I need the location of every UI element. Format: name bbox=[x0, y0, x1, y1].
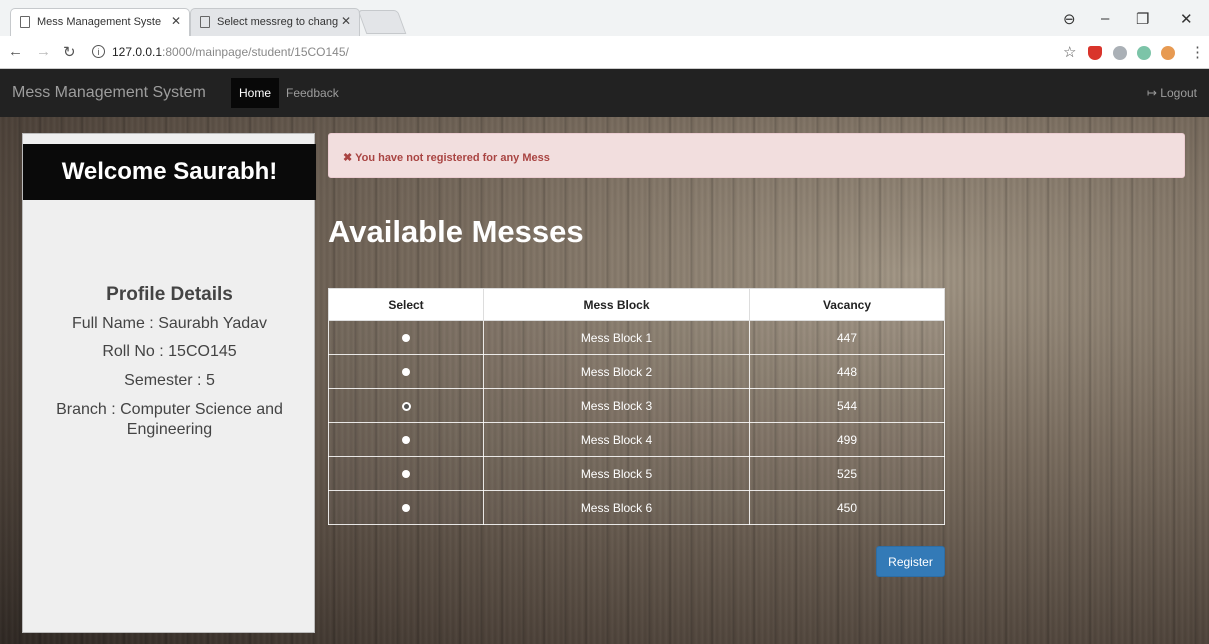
app-navbar: Mess Management System Home Feedback ↦ L… bbox=[0, 69, 1209, 117]
tab-title: Mess Management Syste bbox=[37, 16, 162, 28]
select-cell bbox=[328, 422, 484, 457]
alert-text: You have not registered for any Mess bbox=[355, 152, 550, 164]
column-header-vacancy: Vacancy bbox=[749, 288, 945, 321]
vacancy-cell: 448 bbox=[749, 354, 945, 389]
profile-icon[interactable]: ⊖ bbox=[1063, 10, 1076, 28]
profile-roll-no: Roll No : 15CO145 bbox=[102, 343, 237, 360]
mess-select-radio[interactable] bbox=[402, 470, 410, 479]
page-title: Available Messes bbox=[328, 214, 584, 249]
column-header-mess-block: Mess Block bbox=[483, 288, 750, 321]
not-registered-alert: ✖ You have not registered for any Mess bbox=[328, 133, 1185, 178]
brand-link[interactable]: Mess Management System bbox=[12, 84, 206, 102]
mess-select-radio[interactable] bbox=[402, 436, 410, 445]
table-row: Mess Block 4 499 bbox=[328, 422, 945, 457]
profile-branch-cont: Engineering bbox=[126, 421, 213, 438]
error-x-icon: ✖ bbox=[343, 152, 353, 164]
extension-icon[interactable] bbox=[1113, 46, 1127, 60]
profile-title: Profile Details bbox=[106, 284, 233, 305]
select-cell bbox=[328, 388, 484, 423]
profile-semester: Semester : 5 bbox=[124, 372, 215, 389]
profile-sidebar: Welcome Saurabh! Profile Details Full Na… bbox=[22, 133, 316, 633]
welcome-banner: Welcome Saurabh! bbox=[23, 144, 316, 200]
logout-icon: ↦ bbox=[1146, 86, 1157, 100]
browser-tab-active[interactable]: Mess Management Syste ✕ bbox=[10, 8, 190, 36]
info-icon[interactable]: i bbox=[92, 45, 105, 58]
select-cell bbox=[328, 320, 484, 355]
reload-icon[interactable]: ↻ bbox=[63, 43, 76, 61]
mess-block-cell: Mess Block 6 bbox=[483, 490, 750, 525]
mess-table: Select Mess Block Vacancy Mess Block 1 44… bbox=[328, 288, 945, 525]
vacancy-cell: 525 bbox=[749, 456, 945, 491]
column-header-select: Select bbox=[328, 288, 484, 321]
extension-icon[interactable] bbox=[1161, 46, 1175, 60]
browser-toolbar: ← → ↻ i 127.0.0.1:8000/mainpage/student/… bbox=[0, 36, 1209, 69]
select-cell bbox=[328, 456, 484, 491]
mess-select-radio[interactable] bbox=[401, 401, 411, 411]
select-cell bbox=[328, 490, 484, 525]
extension-icon[interactable] bbox=[1137, 46, 1151, 60]
vacancy-cell: 450 bbox=[749, 490, 945, 525]
close-tab-icon[interactable]: ✕ bbox=[341, 14, 351, 28]
close-tab-icon[interactable]: ✕ bbox=[171, 14, 181, 28]
table-row: Mess Block 6 450 bbox=[328, 490, 945, 525]
select-cell bbox=[328, 354, 484, 389]
register-button[interactable]: Register bbox=[876, 546, 945, 577]
mess-select-radio[interactable] bbox=[402, 504, 410, 513]
table-row: Mess Block 3 544 bbox=[328, 388, 945, 423]
profile-full-name: Full Name : Saurabh Yadav bbox=[71, 315, 268, 332]
mess-block-cell: Mess Block 3 bbox=[483, 388, 750, 423]
vacancy-cell: 544 bbox=[749, 388, 945, 423]
vacancy-cell: 499 bbox=[749, 422, 945, 457]
forward-icon[interactable]: → bbox=[36, 43, 51, 60]
tab-title: Select messreg to chang bbox=[217, 16, 339, 28]
menu-icon[interactable]: ⋮ bbox=[1190, 43, 1205, 61]
restore-icon[interactable]: ❐ bbox=[1136, 10, 1149, 28]
back-icon[interactable]: ← bbox=[8, 43, 23, 60]
vacancy-cell: 447 bbox=[749, 320, 945, 355]
new-tab-button[interactable] bbox=[357, 10, 407, 34]
table-row: Mess Block 1 447 bbox=[328, 320, 945, 355]
table-row: Mess Block 5 525 bbox=[328, 456, 945, 491]
document-icon bbox=[20, 16, 30, 28]
mess-block-cell: Mess Block 5 bbox=[483, 456, 750, 491]
document-icon bbox=[200, 16, 210, 28]
nav-logout[interactable]: ↦ Logout bbox=[1147, 86, 1197, 100]
browser-tab[interactable]: Select messreg to chang ✕ bbox=[190, 8, 360, 36]
browser-tabbar: Mess Management Syste ✕ Select messreg t… bbox=[0, 0, 1209, 36]
address-bar[interactable]: i 127.0.0.1:8000/mainpage/student/15CO14… bbox=[88, 41, 1088, 64]
nav-home[interactable]: Home bbox=[231, 78, 279, 108]
mess-select-radio[interactable] bbox=[402, 368, 410, 377]
url-text: 127.0.0.1:8000/mainpage/student/15CO145/ bbox=[112, 45, 349, 59]
shield-extension-icon[interactable] bbox=[1088, 46, 1102, 60]
table-row: Mess Block 2 448 bbox=[328, 354, 945, 389]
bookmark-star-icon[interactable]: ☆ bbox=[1063, 43, 1076, 61]
mess-block-cell: Mess Block 1 bbox=[483, 320, 750, 355]
mess-block-cell: Mess Block 4 bbox=[483, 422, 750, 457]
mess-block-cell: Mess Block 2 bbox=[483, 354, 750, 389]
nav-feedback[interactable]: Feedback bbox=[286, 86, 339, 100]
mess-select-radio[interactable] bbox=[402, 334, 410, 343]
profile-branch: Branch : Computer Science and bbox=[56, 401, 283, 418]
close-window-icon[interactable]: ✕ bbox=[1180, 10, 1193, 28]
table-header-row: Select Mess Block Vacancy bbox=[328, 288, 945, 321]
minimize-icon[interactable]: – bbox=[1101, 10, 1109, 27]
